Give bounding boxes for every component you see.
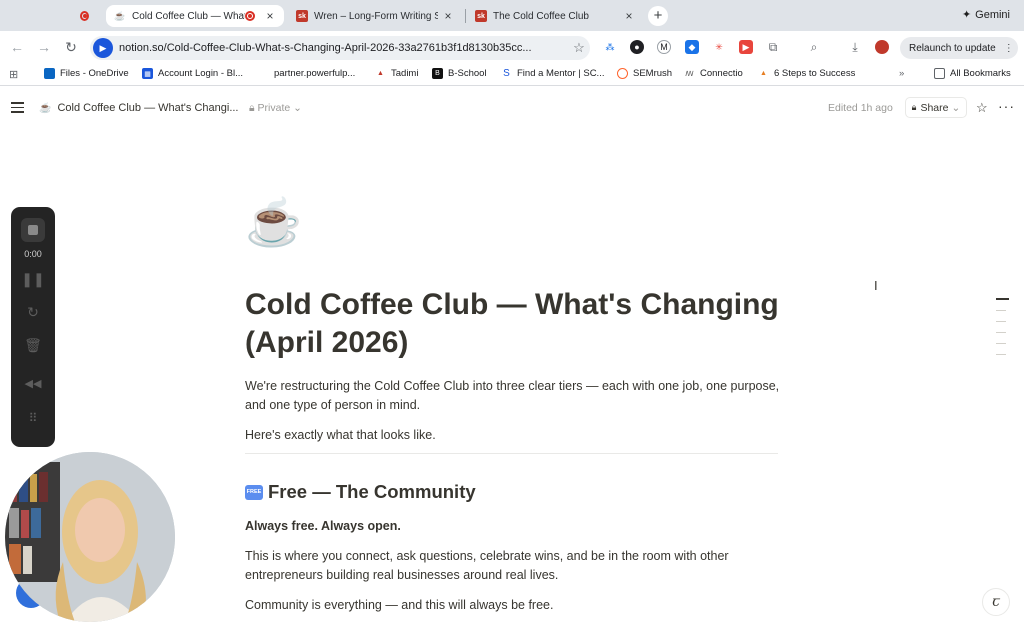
- notion-topbar: ☕ Cold Coffee Club — What's Changi... 🔒︎…: [0, 92, 1024, 124]
- bookmark-item[interactable]: S Find a Mentor | SC...: [501, 68, 604, 79]
- forward-arrow-icon[interactable]: →: [35, 39, 53, 55]
- connection-icon: ꟿ: [684, 68, 695, 79]
- lead-paragraph[interactable]: Here's exactly what that looks like.: [245, 426, 785, 445]
- bookmark-item[interactable]: ▦ Account Login - Bl...: [142, 68, 243, 79]
- bookmark-item[interactable]: partner.powerfulp...: [274, 68, 355, 79]
- bookmark-item[interactable]: ꟿ Connectio: [684, 68, 743, 79]
- lock-icon: 🔒︎: [249, 102, 255, 114]
- share-button[interactable]: 🔒︎ Share ⌄: [905, 97, 967, 118]
- folder-icon: [934, 68, 945, 79]
- relaunch-to-update-button[interactable]: Relaunch to update ⋮: [900, 37, 1018, 59]
- bookmarks-bar: ⊞ Files - OneDrive ▦ Account Login - Bl..…: [0, 64, 1024, 86]
- tab-cold-coffee-club-notion[interactable]: ☕ Cold Coffee Club — What's ×: [106, 5, 284, 27]
- kebab-menu-icon[interactable]: ⋮: [1004, 43, 1014, 54]
- bookmarks-overflow-button[interactable]: »: [899, 68, 904, 79]
- notion-ai-face-icon: ꞇ: [992, 594, 1000, 610]
- all-bookmarks-button[interactable]: All Bookmarks: [934, 68, 1011, 79]
- reload-icon[interactable]: ↻: [62, 39, 80, 56]
- intro-paragraph[interactable]: We're restructuring the Cold Coffee Club…: [245, 377, 785, 414]
- bookmark-item[interactable]: ▲ Tadimi: [375, 68, 418, 79]
- browser-tab-strip: ☕ Cold Coffee Club — What's × sk Wren – …: [0, 0, 1024, 31]
- bookmark-item[interactable]: B B-School: [432, 68, 487, 79]
- page-title[interactable]: Cold Coffee Club — What's Changing (Apri…: [245, 286, 805, 362]
- recording-icon: [245, 11, 255, 21]
- section-closing[interactable]: Community is everything — and this will …: [245, 596, 785, 615]
- gemini-sparkle-icon: ✦: [961, 9, 972, 21]
- browser-toolbar: ← → ↻ ▶ notion.so/Cold-Coffee-Club-What-…: [0, 31, 1024, 64]
- bookmark-item[interactable]: Files - OneDrive: [44, 68, 129, 79]
- bookmark-item[interactable]: SEMrush: [617, 68, 672, 79]
- onedrive-icon: [44, 68, 55, 79]
- extension-icon[interactable]: ⁂: [603, 40, 617, 54]
- extension-icon[interactable]: ✳: [712, 40, 726, 54]
- sk-icon: sk: [475, 10, 487, 22]
- address-bar[interactable]: ▶ notion.so/Cold-Coffee-Club-What-s-Chan…: [90, 36, 590, 60]
- privacy-dropdown[interactable]: 🔒︎ Private ⌄: [249, 102, 302, 115]
- back-arrow-icon[interactable]: ←: [8, 39, 26, 55]
- coffee-icon: ☕: [39, 102, 52, 114]
- more-options-icon[interactable]: ···: [998, 98, 1015, 114]
- puzzle-icon[interactable]: ⧉: [766, 40, 780, 54]
- tab-separator: [465, 9, 466, 23]
- breadcrumb[interactable]: ☕ Cold Coffee Club — What's Changi...: [39, 102, 239, 114]
- recording-timer: 0:00: [24, 249, 42, 259]
- gemini-button[interactable]: ✦ Gemini: [961, 8, 1010, 22]
- close-tab-icon[interactable]: ×: [264, 9, 276, 23]
- text-cursor-icon: I: [874, 278, 878, 293]
- last-edited-label: Edited 1h ago: [828, 102, 893, 114]
- favorite-star-icon[interactable]: ☆: [976, 100, 988, 116]
- pause-icon[interactable]: ❚❚: [11, 271, 55, 288]
- webcam-bubble[interactable]: [5, 452, 175, 622]
- bookmark-star-icon[interactable]: ☆: [568, 40, 590, 56]
- free-badge-icon: FREE: [245, 484, 263, 500]
- new-tab-button[interactable]: +: [648, 6, 668, 26]
- tab-search-icon[interactable]: ⌕: [807, 40, 821, 54]
- close-tab-icon[interactable]: ×: [623, 9, 635, 23]
- section-heading[interactable]: FREE Free — The Community: [245, 481, 476, 503]
- lock-icon: 🔒︎: [911, 102, 917, 112]
- screen-recorder-controls: 0:00 ❚❚ ↻ 🗑︎ ◀◀ ⠿: [11, 207, 55, 447]
- tab-recording[interactable]: [72, 5, 102, 27]
- camera-icon[interactable]: ▶: [93, 38, 113, 58]
- tadimi-icon: ▲: [375, 68, 386, 79]
- score-icon: S: [501, 68, 512, 79]
- extension-icon[interactable]: ●: [630, 40, 644, 54]
- close-tab-icon[interactable]: ×: [442, 9, 454, 23]
- profile-avatar-icon[interactable]: [875, 40, 889, 54]
- restart-icon[interactable]: ↻: [11, 304, 55, 321]
- notion-ai-button[interactable]: ꞇ: [982, 588, 1010, 616]
- coffee-icon: ☕: [114, 10, 126, 21]
- sk-icon: sk: [296, 10, 308, 22]
- trash-icon[interactable]: 🗑︎: [11, 337, 55, 354]
- apps-grid-icon[interactable]: ⊞: [9, 68, 18, 81]
- page-icon[interactable]: ☕: [245, 194, 302, 250]
- tab-wren[interactable]: sk Wren – Long-Form Writing Sp ×: [288, 5, 462, 27]
- rewind-icon[interactable]: ◀◀: [11, 377, 55, 390]
- stop-recording-button[interactable]: [21, 218, 45, 242]
- extension-icon[interactable]: M: [657, 40, 671, 54]
- section-body[interactable]: This is where you connect, ask questions…: [245, 547, 785, 584]
- download-icon[interactable]: ⤓: [848, 40, 862, 54]
- tab-cold-coffee-club-sk[interactable]: sk The Cold Coffee Club ×: [467, 5, 643, 27]
- webcam-video-icon: [5, 452, 175, 622]
- extension-icon[interactable]: ◆: [685, 40, 699, 54]
- section-tagline[interactable]: Always free. Always open.: [245, 517, 785, 536]
- table-of-contents-indicator[interactable]: [996, 298, 1009, 365]
- bookmark-item[interactable]: ▲ 6 Steps to Success: [758, 68, 855, 79]
- sidebar-menu-icon[interactable]: [11, 102, 24, 116]
- chevron-down-icon: ⌄: [951, 101, 961, 114]
- recording-icon: [80, 11, 89, 21]
- chevron-down-icon: ⌄: [293, 102, 302, 114]
- grid-icon: ▦: [142, 68, 153, 79]
- semrush-icon: [617, 68, 628, 79]
- drag-handle-icon[interactable]: ⠿: [11, 411, 55, 425]
- bschool-icon: B: [432, 68, 443, 79]
- extension-icon[interactable]: ▶: [739, 40, 753, 54]
- divider: [245, 453, 778, 454]
- steps-icon: ▲: [758, 68, 769, 79]
